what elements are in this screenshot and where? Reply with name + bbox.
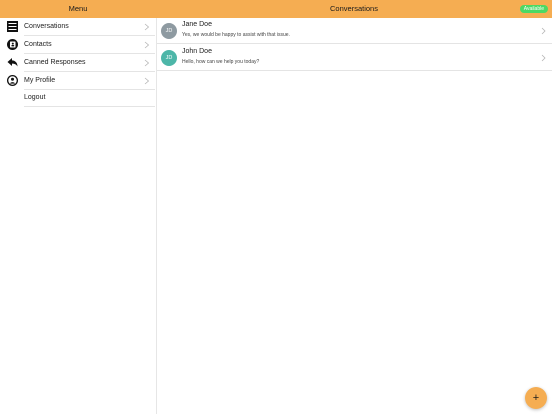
sidebar-item-label: Contacts: [24, 41, 52, 48]
sidebar-item-label: Logout: [24, 94, 46, 101]
sidebar-item-label: Canned Responses: [24, 59, 86, 66]
conversation-row[interactable]: JD Jane Doe Yes, we would be happy to as…: [157, 18, 552, 44]
sidebar-item-contacts[interactable]: Contacts: [0, 36, 157, 54]
chevron-right-icon: [541, 27, 546, 35]
top-bar: Menu Conversations Available: [0, 0, 552, 18]
chevron-right-icon: [144, 41, 150, 49]
chevron-right-icon: [144, 23, 150, 31]
message-preview: Yes, we would be happy to assist with th…: [182, 32, 290, 38]
sidebar-item-conversations[interactable]: Conversations: [0, 18, 157, 36]
new-conversation-button[interactable]: +: [525, 387, 547, 409]
chevron-right-icon: [541, 54, 546, 62]
conversation-list: JD Jane Doe Yes, we would be happy to as…: [157, 18, 552, 414]
page-title: Conversations: [330, 4, 378, 13]
divider: [24, 106, 155, 107]
sidebar-item-label: My Profile: [24, 77, 56, 84]
contact-name: John Doe: [182, 48, 212, 55]
sidebar-item-logout[interactable]: Logout: [0, 89, 157, 107]
divider: [157, 70, 552, 71]
menu-title: Menu: [68, 4, 88, 13]
sidebar-menu: Conversations Contacts Canned Responses …: [0, 18, 157, 414]
plus-icon: +: [532, 392, 540, 404]
sidebar-item-my-profile[interactable]: My Profile: [0, 72, 157, 90]
reply-icon: [7, 58, 18, 67]
sidebar-item-canned-responses[interactable]: Canned Responses: [0, 54, 157, 72]
contacts-book-icon: [7, 39, 18, 50]
chevron-right-icon: [144, 59, 150, 67]
avatar: JD: [161, 50, 177, 66]
availability-status-badge[interactable]: Available: [519, 5, 548, 13]
list-icon: [7, 21, 18, 32]
divider: [157, 43, 552, 44]
profile-icon: [7, 75, 18, 86]
conversation-row[interactable]: JD John Doe Hello, how can we help you t…: [157, 45, 552, 71]
contact-name: Jane Doe: [182, 21, 212, 28]
sidebar-item-label: Conversations: [24, 23, 69, 30]
avatar: JD: [161, 23, 177, 39]
message-preview: Hello, how can we help you today?: [182, 59, 260, 65]
chevron-right-icon: [144, 77, 150, 85]
